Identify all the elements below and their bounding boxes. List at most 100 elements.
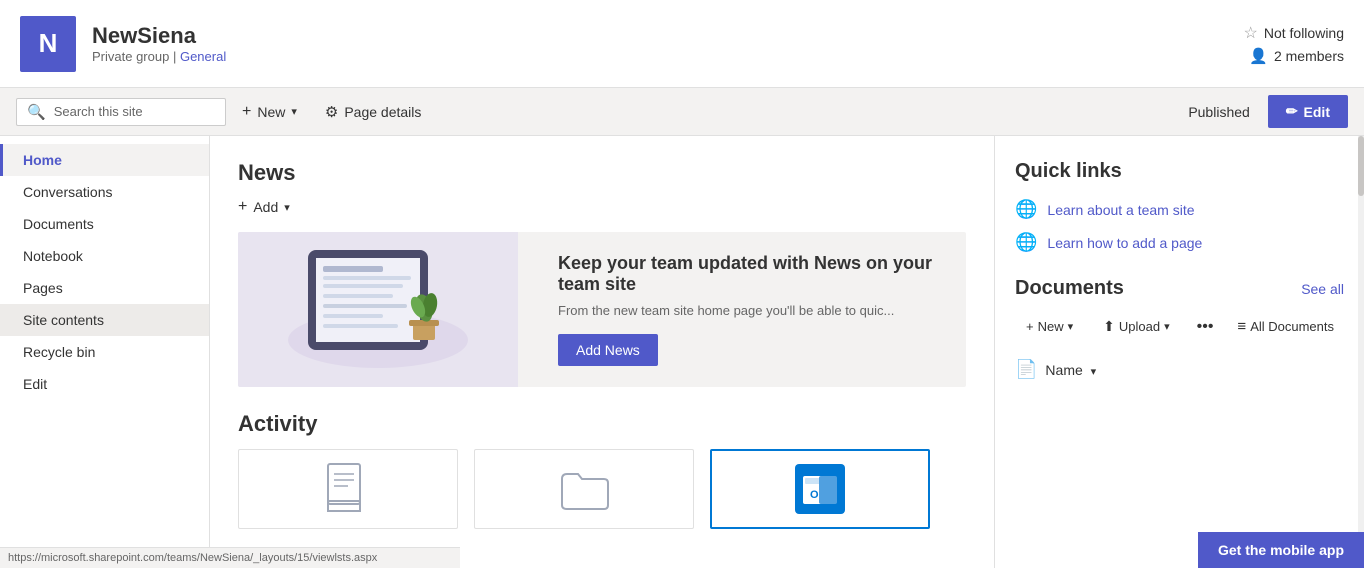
published-label: Published [1188,104,1250,120]
activity-title: Activity [238,411,966,437]
not-following-btn[interactable]: ☆ Not following [1244,23,1345,43]
chevron-down-icon: ▾ [291,105,297,118]
top-header: N NewSiena Private group | General ☆ Not… [0,0,1364,88]
sidebar-documents-label: Documents [23,216,94,232]
menu-icon: ≡ [1237,318,1246,335]
site-group-link[interactable]: General [180,49,226,64]
sidebar-home-label: Home [23,152,62,168]
activity-card-3: O [710,449,930,529]
upload-icon: ⬆ [1103,318,1115,335]
activity-card-2 [474,449,694,529]
sidebar-site-contents-label: Site contents [23,312,104,328]
activity-cards: O [238,449,966,529]
plus-icon: + [242,103,251,121]
quick-link-1[interactable]: 🌐 Learn about a team site [1015,199,1344,220]
ellipsis-icon: ••• [1197,318,1214,335]
docs-more-button[interactable]: ••• [1189,313,1222,341]
sidebar-edit-label: Edit [23,376,47,392]
members-label: 2 members [1274,48,1344,64]
mobile-cta-label: Get the mobile app [1218,542,1344,558]
quick-link-2-label: Learn how to add a page [1047,235,1202,251]
star-icon: ☆ [1244,23,1258,43]
all-docs-label: All Documents [1250,319,1334,334]
chevron-down-icon-3: ▾ [1091,366,1097,378]
toolbar-left: 🔍 Search this site + New ▾ ⚙ Page detail… [16,97,1170,127]
sidebar-item-documents[interactable]: Documents [0,208,209,240]
news-description: From the new team site home page you'll … [558,303,950,318]
globe-icon-2: 🌐 [1015,232,1037,253]
add-news-row[interactable]: + Add ▾ [238,198,966,216]
add-news-button[interactable]: Add News [558,334,658,366]
sidebar-item-notebook[interactable]: Notebook [0,240,209,272]
svg-text:O: O [810,489,819,501]
status-url: https://microsoft.sharepoint.com/teams/N… [8,552,377,564]
sidebar-conversations-label: Conversations [23,184,113,200]
name-col: Name ▾ [1045,362,1096,378]
all-docs-button[interactable]: ≡ All Documents [1229,313,1342,340]
plus-icon: + [238,198,247,216]
docs-upload-label: Upload [1119,319,1160,334]
chevron-down-icon-2: ▾ [1164,320,1170,333]
activity-section: Activity [238,411,966,529]
docs-toolbar: + New ▾ ⬆ Upload ▾ ••• ≡ All Documents [1015,312,1344,341]
published-button[interactable]: Published [1174,98,1264,126]
site-name: NewSiena [92,23,226,49]
content-area: News + Add ▾ [210,136,994,568]
sidebar-recycle-bin-label: Recycle bin [23,344,95,360]
toolbar: 🔍 Search this site + New ▾ ⚙ Page detail… [0,88,1364,136]
activity-folder-icon [554,459,614,519]
globe-icon-1: 🌐 [1015,199,1037,220]
sidebar-pages-label: Pages [23,280,63,296]
search-placeholder: Search this site [54,104,143,119]
site-info: NewSiena Private group | General [92,23,226,64]
quick-link-2[interactable]: 🌐 Learn how to add a page [1015,232,1344,253]
news-content: Keep your team updated with News on your… [542,232,966,387]
person-icon: 👤 [1249,47,1268,65]
members-count: 👤 2 members [1249,47,1344,65]
scrollbar-thumb[interactable] [1358,136,1364,196]
main-layout: Home Conversations Documents Notebook Pa… [0,136,1364,568]
doc-file-icon: 📄 [1015,359,1037,380]
header-right: ☆ Not following 👤 2 members [1244,23,1345,65]
docs-header: Documents See all [1015,277,1344,300]
tablet-svg [268,240,488,380]
docs-new-button[interactable]: + New ▾ [1015,313,1084,340]
add-news-label: Add News [576,342,640,358]
sidebar-item-site-contents[interactable]: Site contents [0,304,209,336]
sidebar-item-home[interactable]: Home [0,144,209,176]
news-headline: Keep your team updated with News on your… [558,253,950,295]
chevron-down-icon: ▾ [284,201,290,214]
docs-upload-button[interactable]: ⬆ Upload ▾ [1092,312,1180,341]
see-all-link[interactable]: See all [1301,281,1344,297]
plus-icon: + [1026,319,1034,334]
pencil-icon: ✏ [1286,103,1298,120]
outlook-icon: O [795,464,845,514]
sidebar: Home Conversations Documents Notebook Pa… [0,136,210,568]
scrollbar-track [1358,136,1364,568]
search-icon: 🔍 [27,103,46,121]
page-details-label: Page details [344,104,421,120]
right-panel: Quick links 🌐 Learn about a team site 🌐 … [994,136,1364,568]
chevron-down-icon: ▾ [1068,320,1074,333]
news-section: News + Add ▾ [238,160,966,387]
new-button[interactable]: + New ▾ [230,97,309,127]
sidebar-item-pages[interactable]: Pages [0,272,209,304]
site-meta: Private group | General [92,49,226,64]
page-details-button[interactable]: ⚙ Page details [313,97,434,127]
docs-title: Documents [1015,277,1124,300]
add-label: Add [253,199,278,215]
search-bar[interactable]: 🔍 Search this site [16,98,226,126]
gear-icon: ⚙ [325,103,338,121]
sidebar-item-conversations[interactable]: Conversations [0,176,209,208]
sidebar-item-recycle-bin[interactable]: Recycle bin [0,336,209,368]
quick-links-section: Quick links 🌐 Learn about a team site 🌐 … [1015,160,1344,253]
news-card: Keep your team updated with News on your… [238,232,966,387]
new-label: New [257,104,285,120]
docs-new-label: New [1038,319,1064,334]
activity-doc-icon [318,459,378,519]
docs-name-row[interactable]: 📄 Name ▾ [1015,353,1344,386]
mobile-cta-button[interactable]: Get the mobile app [1198,532,1364,568]
edit-button[interactable]: ✏ Edit [1268,95,1348,128]
sidebar-item-edit[interactable]: Edit [0,368,209,400]
news-title: News [238,160,966,186]
